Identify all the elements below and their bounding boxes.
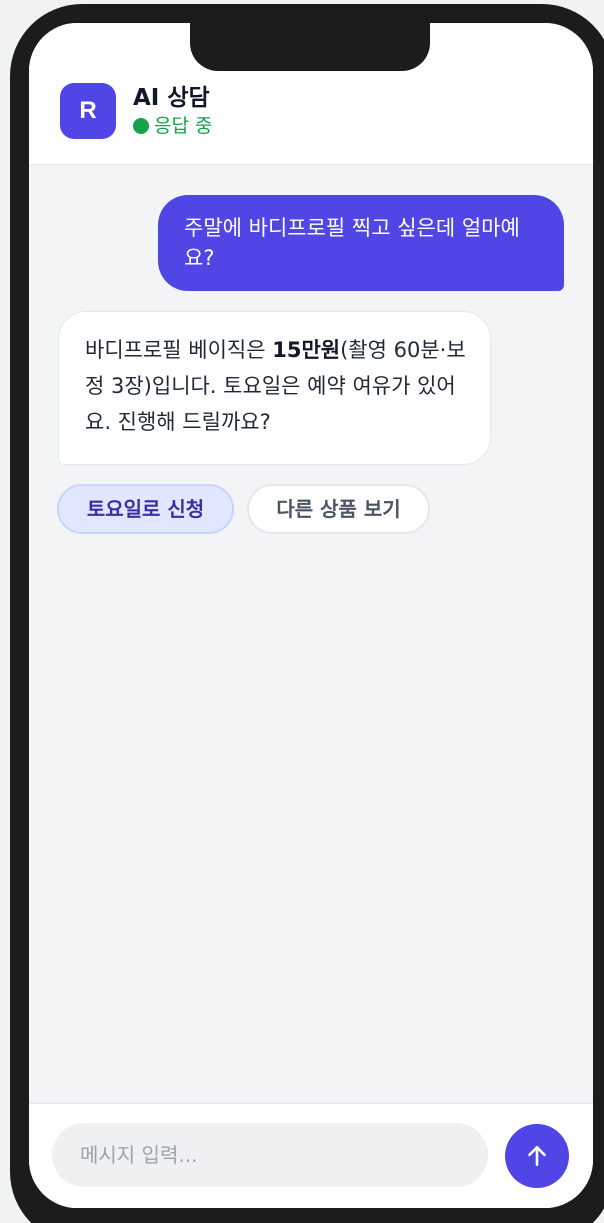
phone-notch [190, 23, 430, 71]
assistant-message-price: 15만원 [272, 338, 341, 362]
message-composer [29, 1103, 593, 1208]
assistant-message-text-start: 바디프로필 베이직은 [85, 338, 273, 362]
send-button[interactable] [505, 1124, 569, 1188]
status-text: 응답 중 [154, 115, 213, 137]
avatar: R [60, 83, 116, 139]
chat-screen: R AI 상담 응답 중 주말에 바디프로필 찍고 싶은데 얼마예요? 바디프로… [29, 23, 593, 1208]
assistant-message: 바디프로필 베이직은 15만원(촬영 60분·보정 3장)입니다. 토요일은 예… [58, 311, 491, 465]
chat-title: AI 상담 [133, 85, 210, 111]
user-message: 주말에 바디프로필 찍고 싶은데 얼마예요? [158, 195, 564, 291]
status-indicator: 응답 중 [133, 114, 212, 138]
quick-reply-book-saturday[interactable]: 토요일로 신청 [57, 484, 234, 534]
status-dot-icon [133, 118, 149, 134]
arrow-up-icon [528, 1146, 546, 1166]
user-message-text: 주말에 바디프로필 찍고 싶은데 얼마예요? [184, 216, 520, 270]
message-input[interactable] [52, 1123, 488, 1187]
quick-reply-other-products[interactable]: 다른 상품 보기 [247, 484, 430, 534]
page: R AI 상담 응답 중 주말에 바디프로필 찍고 싶은데 얼마예요? 바디프로… [0, 0, 604, 1223]
